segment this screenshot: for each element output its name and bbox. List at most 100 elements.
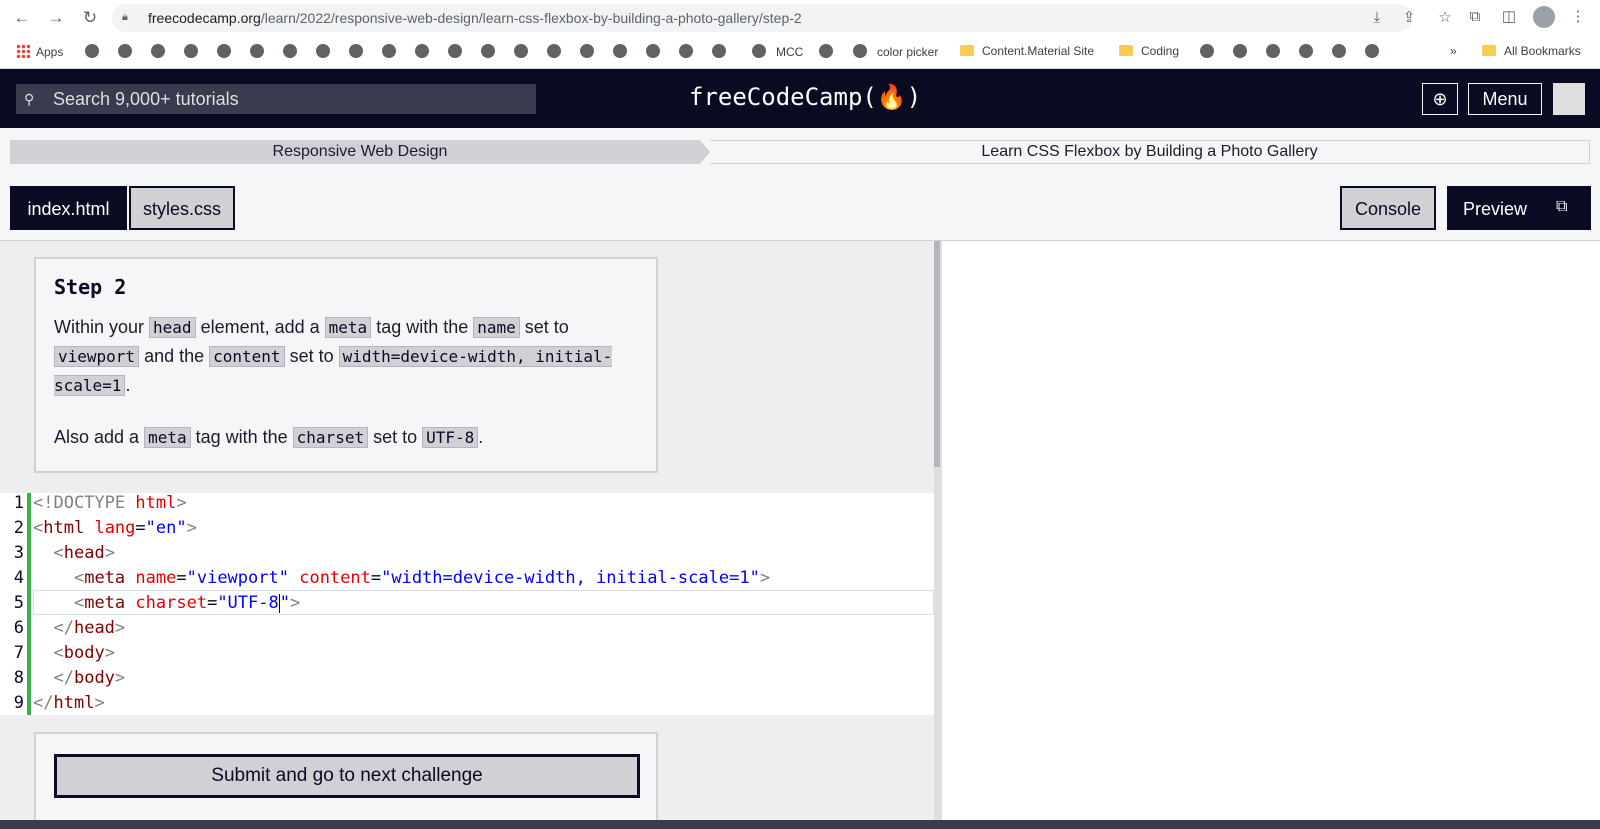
bookmark-mcc[interactable]: MCC (752, 42, 803, 60)
globe-icon (1233, 44, 1247, 58)
install-icon[interactable]: ⤓ (1368, 9, 1386, 27)
url-text[interactable]: freecodecamp.org/learn/2022/responsive-w… (148, 10, 802, 26)
bookmark-globe-19[interactable] (679, 42, 693, 60)
code-editor[interactable]: 1 2 3 4 5 6 7 8 9 <!DOCTYPE html> <html … (0, 493, 934, 715)
globe-icon (679, 44, 693, 58)
sidepanel-icon[interactable]: ◫ (1500, 8, 1518, 26)
line-number: 5 (13, 593, 24, 613)
back-icon[interactable]: ← (12, 8, 32, 28)
language-button[interactable]: ⊕ (1422, 83, 1458, 115)
bookmark-globe-13[interactable] (481, 42, 495, 60)
lock-icon[interactable]: 🔒︎ (122, 11, 133, 24)
editor-tabs: index.html styles.css Console Preview (0, 186, 1600, 230)
bookmark-color-picker[interactable]: color picker (853, 42, 938, 60)
bookmark-globe-3[interactable] (151, 42, 165, 60)
bookmark-globe-23[interactable] (1233, 42, 1247, 60)
forward-icon[interactable]: → (46, 8, 66, 28)
globe-icon (448, 44, 462, 58)
bookmark-globe-22[interactable] (1200, 42, 1214, 60)
globe-icon (613, 44, 627, 58)
code-line-6[interactable]: </head> (33, 618, 125, 638)
code-line-1[interactable]: <!DOCTYPE html> (33, 493, 187, 513)
globe-icon (819, 44, 833, 58)
bookmark-globe-20[interactable] (712, 42, 726, 60)
text: set to (368, 427, 423, 447)
address-row: ← → ↻ 🔒︎ freecodecamp.org/learn/2022/res… (0, 0, 1600, 35)
bookmarks-overflow[interactable]: » (1450, 42, 1457, 60)
tab-console[interactable]: Console (1340, 186, 1436, 230)
submit-button[interactable]: Submit and go to next challenge (54, 754, 640, 798)
popout-icon[interactable]: ⧉ (1556, 197, 1576, 217)
bookmark-globe-4[interactable] (184, 42, 198, 60)
bookmark-label: Content.Material Site (982, 44, 1095, 58)
scrollbar-thumb[interactable] (934, 241, 940, 467)
bookmark-label: MCC (776, 45, 804, 59)
globe-icon (712, 44, 726, 58)
code-snippet: name (473, 317, 520, 338)
code-line-5[interactable]: <meta charset="UTF-8"> (33, 593, 300, 613)
more-icon[interactable]: ⋮ (1569, 8, 1587, 26)
url-domain: freecodecamp.org (148, 10, 261, 26)
globe-icon (1266, 44, 1280, 58)
bookmark-globe-25[interactable] (1299, 42, 1313, 60)
tab-index-html[interactable]: index.html (10, 186, 127, 230)
bookmark-globe-9[interactable] (349, 42, 363, 60)
bookmark-globe-7[interactable] (283, 42, 297, 60)
menu-button[interactable]: Menu (1468, 83, 1542, 115)
address-bar[interactable]: 🔒︎ freecodecamp.org/learn/2022/responsiv… (112, 4, 1452, 32)
code-line-4[interactable]: <meta name="viewport" content="width=dev… (33, 568, 770, 588)
tab-styles-css[interactable]: styles.css (129, 186, 235, 230)
fcc-logo[interactable]: freeCodeCamp(🔥) (689, 83, 921, 111)
avatar[interactable] (1553, 83, 1585, 115)
bookmark-label: All Bookmarks (1504, 44, 1581, 58)
bookmark-globe-12[interactable] (448, 42, 462, 60)
bookmark-globe-15[interactable] (547, 42, 561, 60)
bookmark-globe-16[interactable] (580, 42, 594, 60)
bookmark-globe-2[interactable] (118, 42, 132, 60)
bookmark-globe-26[interactable] (1332, 42, 1346, 60)
share-icon[interactable]: ⇪ (1400, 9, 1418, 27)
bookmark-globe-10[interactable] (382, 42, 396, 60)
breadcrumb-block[interactable]: Learn CSS Flexbox by Building a Photo Ga… (710, 140, 1590, 164)
bookmark-globe-17[interactable] (613, 42, 627, 60)
code-line-9[interactable]: </html> (33, 693, 105, 713)
extensions-icon[interactable]: ⧉ (1466, 8, 1484, 26)
breadcrumb: Responsive Web Design Learn CSS Flexbox … (10, 140, 1590, 164)
bookmark-globe-1[interactable] (85, 42, 99, 60)
bookmark-globe-24[interactable] (1266, 42, 1280, 60)
bookmark-all[interactable]: All Bookmarks (1482, 42, 1581, 60)
code-line-2[interactable]: <html lang="en"> (33, 518, 197, 538)
bookmarks-bar: Apps MCC color picker Content.Material S… (0, 38, 1600, 64)
code-snippet: UTF-8 (422, 427, 479, 448)
bookmark-globe-21[interactable] (819, 42, 833, 60)
bookmark-apps[interactable]: Apps (16, 42, 63, 60)
bookmark-globe-8[interactable] (316, 42, 330, 60)
bookmark-label: color picker (877, 45, 939, 59)
star-icon[interactable]: ☆ (1436, 9, 1454, 27)
profile-icon[interactable] (1533, 6, 1555, 28)
line-number: 6 (13, 618, 24, 638)
text: set to (519, 317, 569, 337)
reload-icon[interactable]: ↻ (80, 8, 100, 28)
search-input[interactable]: ⚲ Search 9,000+ tutorials (16, 84, 536, 114)
bookmark-globe-14[interactable] (514, 42, 528, 60)
line-number: 3 (13, 543, 24, 563)
code-snippet: content (209, 346, 285, 367)
bookmark-content-material[interactable]: Content.Material Site (960, 42, 1094, 60)
globe-icon (250, 44, 264, 58)
globe-icon (349, 44, 363, 58)
bookmark-globe-27[interactable] (1365, 42, 1379, 60)
bookmark-globe-6[interactable] (250, 42, 264, 60)
bookmark-coding[interactable]: Coding (1119, 42, 1179, 60)
breadcrumb-superblock[interactable]: Responsive Web Design (10, 140, 710, 164)
bookmark-globe-11[interactable] (415, 42, 429, 60)
url-path: /learn/2022/responsive-web-design/learn-… (260, 10, 802, 26)
bookmark-globe-18[interactable] (646, 42, 660, 60)
text: . (125, 375, 131, 395)
code-line-7[interactable]: <body> (33, 643, 114, 663)
code-line-3[interactable]: <head> (33, 543, 114, 563)
code-snippet: head (149, 317, 196, 338)
code-line-8[interactable]: </body> (33, 668, 125, 688)
search-placeholder: Search 9,000+ tutorials (53, 89, 239, 109)
bookmark-globe-5[interactable] (217, 42, 231, 60)
